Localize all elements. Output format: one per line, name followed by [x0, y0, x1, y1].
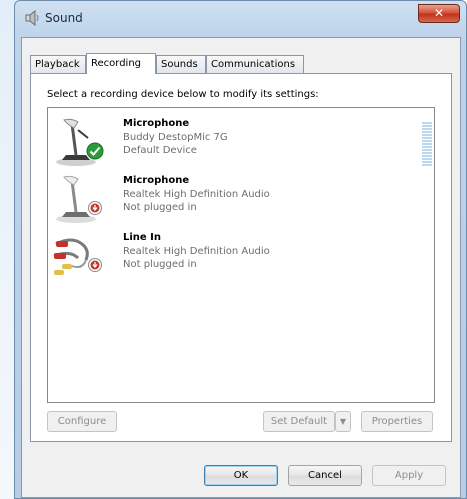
- device-name: Microphone: [123, 175, 190, 186]
- device-status: Not plugged in: [123, 259, 197, 270]
- dialog-body: Playback Recording Sounds Communications…: [21, 37, 461, 498]
- window-title: Sound: [45, 11, 83, 25]
- device-description: Realtek High Definition Audio: [123, 246, 270, 257]
- tab-playback[interactable]: Playback: [30, 55, 86, 73]
- device-description: Realtek High Definition Audio: [123, 189, 270, 200]
- device-name: Microphone: [123, 118, 190, 129]
- configure-button[interactable]: Configure: [47, 411, 117, 432]
- speaker-icon: [25, 10, 39, 26]
- title-bar[interactable]: Sound ✕: [15, 1, 466, 35]
- recording-panel: Select a recording device below to modif…: [30, 73, 452, 442]
- default-check-icon: [86, 142, 104, 160]
- microphone-icon: [56, 175, 96, 223]
- set-default-dropdown[interactable]: ▼: [335, 411, 351, 432]
- ok-button[interactable]: OK: [204, 465, 278, 486]
- chevron-down-icon: ▼: [339, 417, 347, 426]
- close-icon: ✕: [433, 6, 445, 20]
- list-item[interactable]: Microphone Buddy DestopMic 7G Default De…: [48, 112, 434, 168]
- device-status: Not plugged in: [123, 202, 197, 213]
- device-status: Default Device: [123, 145, 197, 156]
- cancel-button[interactable]: Cancel: [288, 465, 362, 486]
- instruction-text: Select a recording device below to modif…: [47, 89, 319, 100]
- list-item[interactable]: Microphone Realtek High Definition Audio…: [48, 169, 434, 225]
- tab-sounds[interactable]: Sounds: [156, 55, 206, 73]
- unplugged-icon: [88, 201, 102, 215]
- properties-label: Properties: [371, 416, 423, 427]
- tab-recording[interactable]: Recording: [86, 53, 156, 74]
- device-list[interactable]: Microphone Buddy DestopMic 7G Default De…: [47, 107, 435, 403]
- level-meter: [422, 122, 432, 168]
- unplugged-icon: [88, 258, 102, 272]
- set-default-label: Set Default: [270, 416, 328, 427]
- list-item[interactable]: Line In Realtek High Definition Audio No…: [48, 226, 434, 282]
- apply-button[interactable]: Apply: [372, 465, 446, 486]
- device-description: Buddy DestopMic 7G: [123, 132, 228, 143]
- close-button[interactable]: ✕: [418, 4, 460, 23]
- device-name: Line In: [123, 232, 162, 243]
- tab-communications[interactable]: Communications: [206, 55, 304, 73]
- configure-label: Configure: [57, 416, 107, 427]
- line-in-cable-icon: [53, 238, 89, 275]
- set-default-button[interactable]: Set Default: [263, 411, 335, 432]
- properties-button[interactable]: Properties: [361, 411, 433, 432]
- sound-dialog: Sound ✕ Playback Recording Sounds Commun…: [14, 0, 467, 499]
